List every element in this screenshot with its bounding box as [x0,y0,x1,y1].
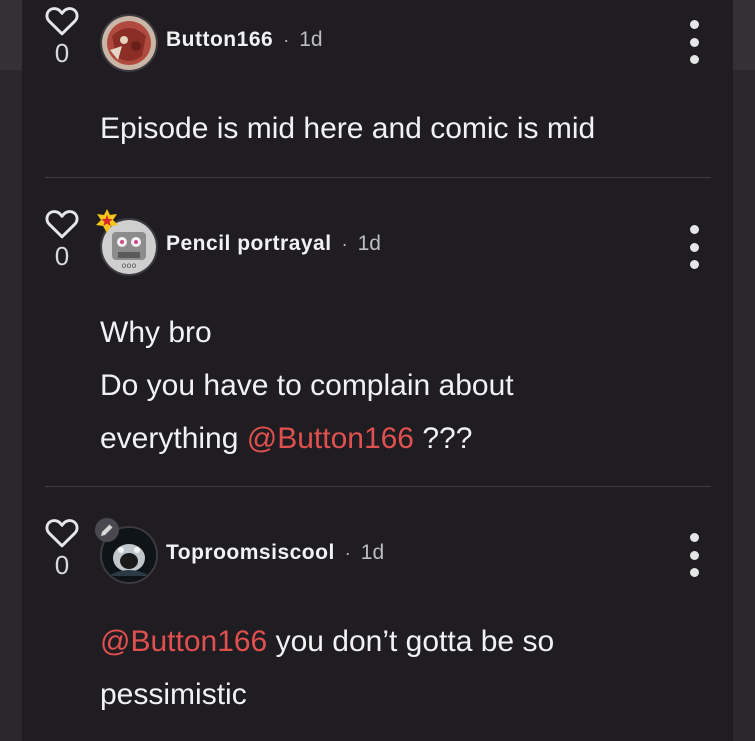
comment-meta: Button166 · 1d [166,28,323,52]
svg-text:ooo: ooo [122,261,137,270]
username[interactable]: Pencil portrayal [166,232,332,256]
comment-line-text: you don’t gotta be so [267,625,555,658]
like-count: 0 [54,241,70,271]
comment-text: Episode is mid here and comic is mid [100,102,595,155]
comment-meta: Pencil portrayal · 1d [166,232,381,256]
separator-dot: · [344,542,351,563]
comment-meta: Toproomsiscool · 1d [166,541,384,565]
avatar-button166-icon[interactable] [100,14,158,72]
username[interactable]: Toproomsiscool [166,541,335,565]
like-control: 0 [42,207,82,272]
comment-line: Why bro [100,316,212,349]
comment-line: @Button166 you don’t gotta be so [100,615,554,668]
more-options-icon[interactable] [682,225,706,269]
divider [45,177,711,178]
left-gutter [0,0,22,741]
timestamp: 1d [360,541,385,564]
comment-line: Episode is mid here and comic is mid [100,112,596,145]
comment-text: @Button166 you don’t gotta be so pessimi… [100,615,554,721]
timestamp: 1d [357,232,381,255]
right-gutter [733,0,755,741]
separator-dot: · [283,29,290,50]
comment-text: Why bro Do you have to complain about ev… [100,306,514,465]
separator-dot: · [341,233,348,254]
more-options-icon[interactable] [682,533,706,577]
like-control: 0 [42,516,82,581]
comment-line-text: ??? [414,422,473,455]
comment-line-text: everything [100,422,247,455]
timestamp: 1d [299,28,323,51]
more-options-icon[interactable] [682,20,706,64]
like-count: 0 [54,550,70,580]
comments-panel: 0 Button166 · 1d Episode is mid here and… [22,0,733,741]
divider [45,486,711,487]
left-gutter-tab [0,0,22,70]
comment-line: Do you have to complain about [100,369,514,402]
star-badge-icon [96,209,118,233]
right-gutter-tab [733,0,755,70]
like-control: 0 [42,4,82,69]
comment-line: everything @Button166 ??? [100,412,514,465]
heart-icon[interactable] [44,207,80,239]
user-mention-link[interactable]: @Button166 [100,625,267,658]
like-count: 0 [54,38,70,68]
username[interactable]: Button166 [166,28,273,52]
heart-icon[interactable] [44,4,80,36]
heart-icon[interactable] [44,516,80,548]
pencil-badge-icon [95,518,119,542]
comment-line: pessimistic [100,678,247,711]
user-mention-link[interactable]: @Button166 [247,422,414,455]
